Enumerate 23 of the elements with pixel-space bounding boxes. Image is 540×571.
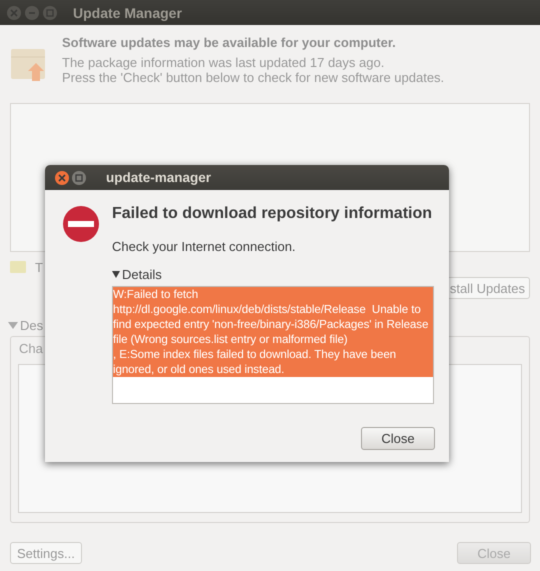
maximize-icon[interactable] [72,170,86,184]
description-expander[interactable]: Des [20,318,44,332]
details-text-area[interactable] [112,286,434,404]
changes-tab[interactable]: Cha [18,341,44,357]
dialog-message: Check your Internet connection. [112,239,297,254]
maximize-icon[interactable] [43,6,57,20]
settings-button[interactable]: Settings... [10,542,82,564]
header-title: Software updates may be available for your computer. [62,35,397,50]
close-button[interactable]: Close [361,427,435,450]
window-title: Update Manager [73,4,182,20]
dialog-heading: Failed to download repository information [112,205,434,223]
error-icon [62,205,100,243]
status-text: T [35,260,43,274]
folder-icon [10,261,26,273]
close-icon[interactable] [55,170,69,184]
minimize-icon[interactable] [25,6,39,20]
error-details-text: W:Failed to fetch http://dl.google.com/linux/deb/dists/stable/Release Unable to find expected entry 'non-free/binary-i386/Packages' in Release file (Wrong sources.list entry or malformed file) , E:Some index files failed to download. They have been ignored, or old ones used instead. [113,287,433,377]
details-expander[interactable]: Details [122,266,162,282]
close-icon[interactable] [7,6,21,20]
header-text: The package information was last updated 17 days ago. [62,55,386,70]
expander-icon[interactable] [112,270,120,278]
dialog-title: update-manager [106,170,212,185]
header-text: Press the 'Check' button below to check for new software updates. [62,70,444,85]
